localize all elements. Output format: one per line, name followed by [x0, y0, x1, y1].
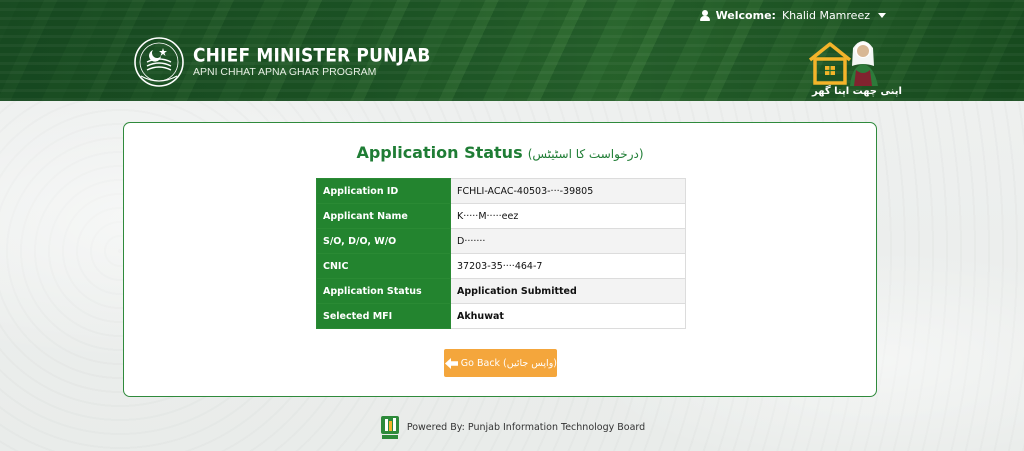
table-row: CNIC 37203-35····464-7 — [316, 253, 686, 279]
table-row: Selected MFI Akhuwat — [316, 303, 686, 329]
row-value: D······· — [450, 228, 686, 254]
house-logo-icon — [808, 41, 878, 86]
row-label: Application Status — [316, 278, 451, 304]
punjab-emblem-icon — [134, 37, 184, 87]
welcome-label: Welcome: — [715, 9, 776, 22]
pitb-logo-icon — [380, 416, 399, 439]
row-value: FCHLI-ACAC-40503-···-39805 — [450, 178, 686, 204]
arrow-left-icon — [444, 357, 458, 369]
page-title: Application Status (درخواست کا اسٹیٹس) — [124, 143, 876, 162]
brand-title: CHIEF MINISTER PUNJAB — [193, 44, 431, 67]
program-logo: اپنی چھت اپنا گھر — [806, 36, 902, 98]
row-label: Selected MFI — [316, 303, 451, 329]
site-header: Welcome: Khalid Mamreez CHIEF MINISTER P… — [0, 0, 1024, 101]
title-urdu: (درخواست کا اسٹیٹس) — [527, 147, 644, 161]
user-name: Khalid Mamreez — [781, 9, 870, 22]
table-row: S/O, D/O, W/O D······· — [316, 228, 686, 254]
table-row: Application ID FCHLI-ACAC-40503-···-3980… — [316, 178, 686, 204]
row-value: Application Submitted — [450, 278, 686, 304]
footer-text: Powered By: Punjab Information Technolog… — [406, 421, 646, 433]
row-label: Application ID — [316, 178, 451, 204]
application-status-card: Application Status (درخواست کا اسٹیٹس) A… — [123, 122, 877, 397]
go-back-label: Go Back (واپس جائیں) — [460, 357, 557, 369]
table-row: Application Status Application Submitted — [316, 278, 686, 304]
user-menu[interactable]: Welcome: Khalid Mamreez — [699, 9, 886, 22]
row-value: Akhuwat — [450, 303, 686, 329]
logo-urdu-text: اپنی چھت اپنا گھر — [812, 86, 902, 97]
table-row: Applicant Name K·····M·····eez — [316, 203, 686, 229]
caret-down-icon[interactable] — [878, 13, 886, 18]
brand: CHIEF MINISTER PUNJAB APNI CHHAT APNA GH… — [133, 36, 431, 88]
user-icon — [699, 10, 710, 21]
row-label: S/O, D/O, W/O — [316, 228, 451, 254]
row-value: K·····M·····eez — [450, 203, 686, 229]
status-table: Application ID FCHLI-ACAC-40503-···-3980… — [316, 178, 686, 329]
brand-subtitle: APNI CHHAT APNA GHAR PROGRAM — [193, 65, 377, 78]
row-label: Applicant Name — [316, 203, 451, 229]
go-back-button[interactable]: Go Back (واپس جائیں) — [444, 349, 557, 377]
row-value: 37203-35····464-7 — [450, 253, 686, 279]
footer: Powered By: Punjab Information Technolog… — [0, 414, 1024, 440]
row-label: CNIC — [316, 253, 451, 279]
title-english: Application Status — [356, 143, 523, 162]
